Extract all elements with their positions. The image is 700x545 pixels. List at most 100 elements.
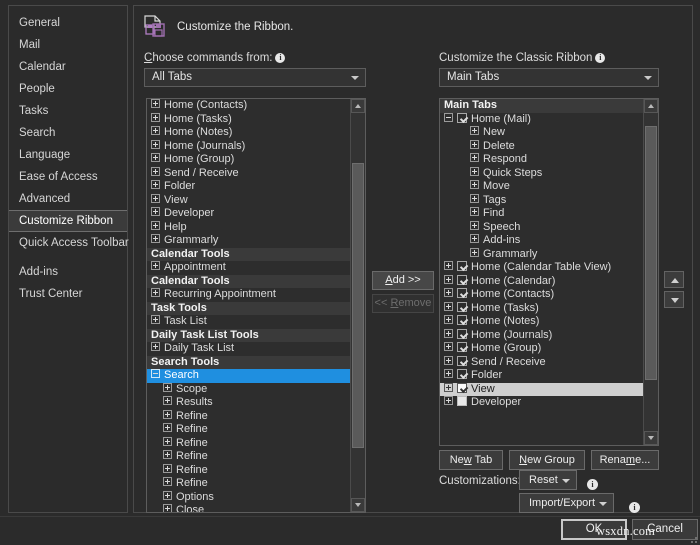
list-item[interactable]: Quick Steps — [440, 166, 644, 181]
expand-icon[interactable] — [470, 153, 479, 162]
expand-icon[interactable] — [163, 504, 172, 512]
reset-button[interactable]: Reset — [519, 470, 577, 490]
sidebar-item-customize-ribbon[interactable]: Customize Ribbon — [9, 210, 127, 232]
list-item[interactable]: Send / Receive — [147, 166, 351, 181]
expand-icon[interactable] — [444, 382, 453, 392]
tab-visible-checkbox[interactable] — [457, 288, 467, 298]
import-export-info[interactable]: i — [629, 497, 640, 515]
list-item[interactable]: Delete — [440, 139, 644, 154]
tab-visible-checkbox[interactable] — [457, 315, 467, 325]
add-button[interactable]: Add >> — [372, 271, 434, 290]
expand-icon[interactable] — [151, 126, 160, 135]
expand-icon[interactable] — [163, 477, 172, 486]
tab-visible-checkbox[interactable] — [457, 355, 467, 366]
ribbon-tabs-scrollbar[interactable] — [643, 99, 658, 445]
info-icon[interactable]: i — [275, 53, 286, 63]
list-item[interactable]: Scope — [147, 382, 351, 397]
expand-icon[interactable] — [151, 342, 160, 351]
expand-icon[interactable] — [470, 193, 479, 203]
list-item[interactable]: Home (Group) — [147, 153, 351, 167]
list-item[interactable]: Home (Tasks) — [440, 301, 644, 316]
expand-icon[interactable] — [163, 450, 172, 459]
list-item[interactable]: Folder — [440, 369, 644, 383]
expand-icon[interactable] — [151, 261, 160, 270]
list-item[interactable]: Find — [440, 207, 644, 221]
list-item[interactable]: Appointment — [147, 261, 351, 275]
expand-icon[interactable] — [151, 153, 160, 162]
expand-icon[interactable] — [151, 193, 160, 203]
list-item[interactable]: Home (Mail) — [440, 112, 644, 127]
expand-icon[interactable] — [163, 382, 172, 392]
expand-icon[interactable] — [444, 355, 453, 365]
list-item[interactable]: Respond — [440, 153, 644, 167]
sidebar-item-search[interactable]: Search — [9, 122, 127, 144]
sidebar-item-add-ins[interactable]: Add-ins — [9, 261, 127, 283]
sidebar-item-quick-access-toolbar[interactable]: Quick Access Toolbar — [9, 232, 129, 254]
list-item[interactable]: Recurring Appointment — [147, 288, 351, 302]
collapse-icon[interactable] — [151, 369, 160, 378]
import-export-button[interactable]: Import/Export — [519, 493, 615, 513]
list-item[interactable]: Help — [147, 220, 351, 235]
list-item[interactable]: Search — [147, 369, 351, 383]
tab-visible-checkbox[interactable] — [457, 274, 467, 285]
expand-icon[interactable] — [163, 436, 172, 446]
list-item[interactable]: Move — [440, 180, 644, 194]
rename-button[interactable]: Rename... — [591, 450, 659, 470]
list-item[interactable]: Grammarly — [440, 247, 644, 262]
tab-visible-checkbox[interactable] — [457, 301, 467, 312]
list-item[interactable]: Home (Journals) — [440, 328, 644, 343]
list-item[interactable]: Refine — [147, 477, 351, 491]
list-item[interactable]: Grammarly — [147, 234, 351, 248]
tab-visible-checkbox[interactable] — [457, 112, 467, 123]
list-item[interactable]: Daily Task List — [147, 342, 351, 356]
list-item[interactable]: Refine — [147, 436, 351, 451]
tab-visible-checkbox[interactable] — [457, 261, 467, 271]
available-commands-list[interactable]: Home (Contacts) Home (Tasks) Home (Notes) H… — [146, 98, 366, 513]
list-item[interactable]: Results — [147, 396, 351, 410]
expand-icon[interactable] — [470, 139, 479, 149]
collapse-icon[interactable] — [444, 112, 453, 122]
expand-icon[interactable] — [470, 247, 479, 257]
scroll-down-icon[interactable] — [351, 498, 365, 512]
expand-icon[interactable] — [444, 315, 453, 324]
expand-icon[interactable] — [470, 126, 479, 135]
list-item[interactable]: Home (Journals) — [147, 139, 351, 154]
sidebar-item-ease-of-access[interactable]: Ease of Access — [9, 166, 127, 188]
list-item[interactable]: Tags — [440, 193, 644, 208]
list-item[interactable]: Folder — [147, 180, 351, 194]
sidebar-item-tasks[interactable]: Tasks — [9, 100, 127, 122]
info-icon[interactable]: i — [629, 502, 640, 513]
resize-grip-icon[interactable] — [687, 533, 697, 543]
list-item[interactable]: Refine — [147, 409, 351, 424]
list-item[interactable]: Developer — [440, 396, 644, 410]
sidebar-item-language[interactable]: Language — [9, 144, 127, 166]
sidebar-item-calendar[interactable]: Calendar — [9, 56, 127, 78]
expand-icon[interactable] — [444, 369, 453, 378]
list-item[interactable]: View — [440, 382, 644, 396]
ribbon-tabs-tree[interactable]: Main Tabs Home (Mail) New Delete Respond Quic… — [439, 98, 659, 446]
sidebar-item-mail[interactable]: Mail — [9, 34, 127, 56]
list-item[interactable]: Refine — [147, 450, 351, 464]
info-icon[interactable]: i — [595, 53, 606, 63]
scrollbar-thumb[interactable] — [645, 125, 657, 381]
expand-icon[interactable] — [151, 288, 160, 297]
expand-icon[interactable] — [470, 207, 479, 216]
list-item[interactable]: View — [147, 193, 351, 208]
scrollbar-thumb[interactable] — [352, 163, 364, 448]
list-item[interactable]: Speech — [440, 220, 644, 235]
list-item[interactable]: Options — [147, 490, 351, 505]
scroll-up-icon[interactable] — [644, 99, 658, 113]
list-item[interactable]: Home (Calendar) — [440, 274, 644, 289]
sidebar-item-general[interactable]: General — [9, 12, 127, 34]
list-item[interactable]: Task List — [147, 315, 351, 329]
expand-icon[interactable] — [151, 315, 160, 324]
expand-icon[interactable] — [163, 463, 172, 473]
expand-icon[interactable] — [163, 490, 172, 500]
tab-visible-checkbox[interactable] — [457, 328, 467, 339]
scroll-down-icon[interactable] — [644, 431, 658, 445]
list-item[interactable]: Refine — [147, 423, 351, 437]
info-icon[interactable]: i — [587, 479, 598, 490]
list-item[interactable]: Home (Tasks) — [147, 112, 351, 127]
expand-icon[interactable] — [151, 234, 160, 243]
list-item[interactable]: Add-ins — [440, 234, 644, 248]
